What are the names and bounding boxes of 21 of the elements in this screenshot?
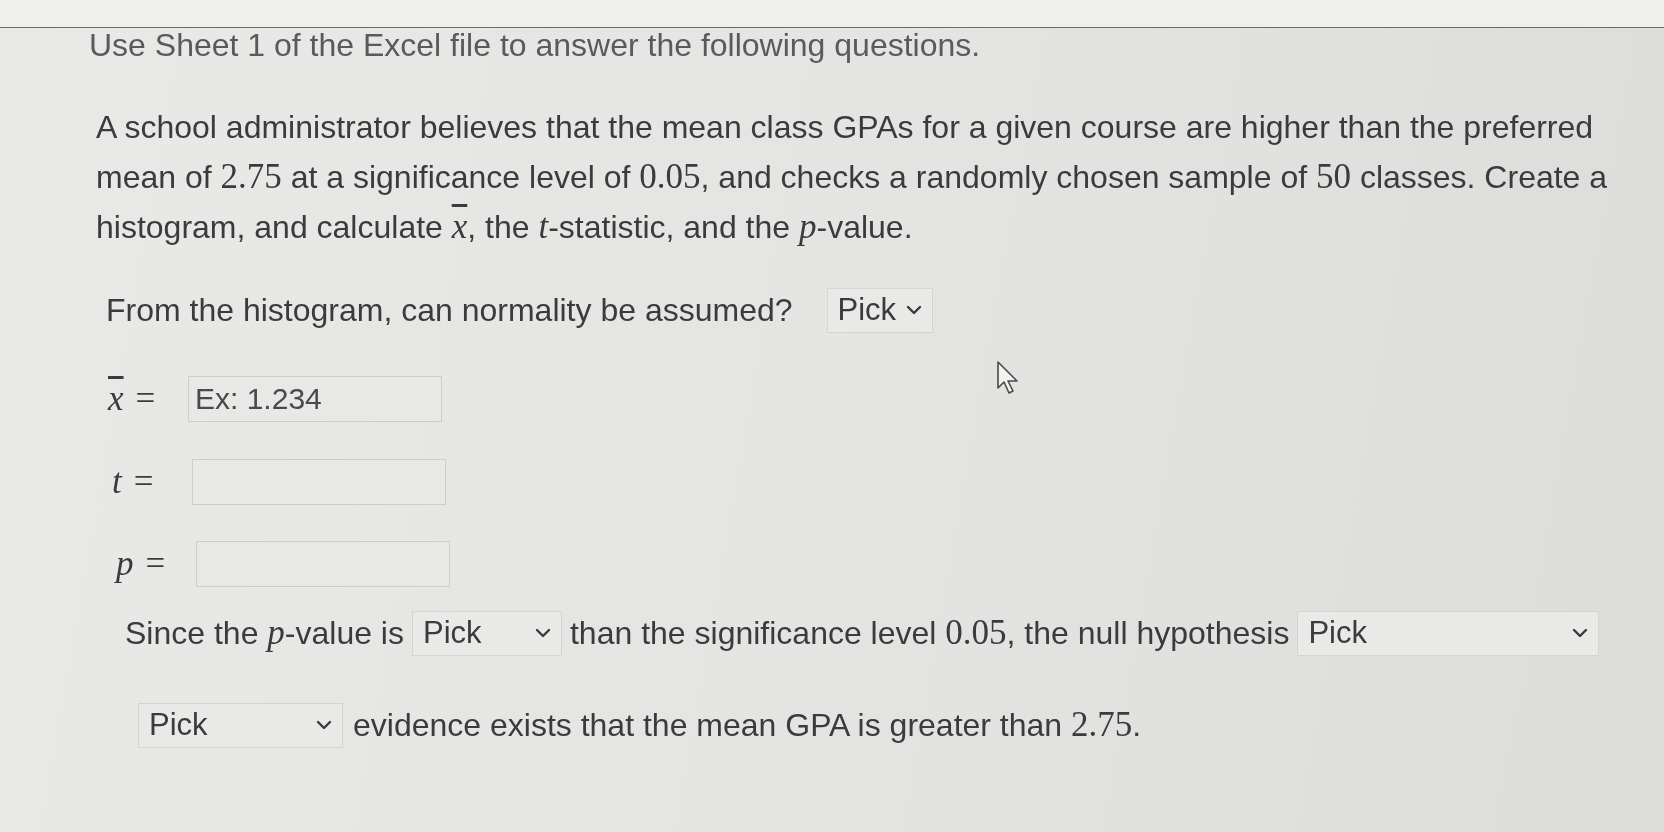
answer-field[interactable] [192,459,446,505]
mouse-pointer-icon [996,360,1020,396]
sentence-text: Since the p-value is [125,613,404,653]
pick-dropdown[interactable]: Pick [1297,610,1600,656]
question-text: From the histogram, can normality be assumed? [106,291,793,329]
instruction-text: Use Sheet 1 of the Excel file to answer the following questions. [89,28,981,62]
sentence-text: than the significance level 0.05, the null hypothesis [569,613,1290,653]
pick-dropdown[interactable]: Pick [826,287,934,333]
pick-dropdown[interactable]: Pick [411,610,562,656]
problem-paragraph: A school administrator believes that the mean class GPAs for a given course are higher than the preferred mean of 2.75 at a significance level of 0.05, and checks a randomly chosen sample of 50 classes. Create a histogram, and calculate x, the t-statistic, and the p-value. [96,108,1609,248]
chevron-down-icon [906,305,923,315]
chevron-down-icon [534,628,551,638]
pick-dropdown[interactable]: Pick [138,702,343,748]
answer-field[interactable]: Ex: 1.234 [188,376,442,422]
chevron-down-icon [316,720,332,730]
equation-label: p = [116,544,167,584]
answer-field[interactable] [196,541,450,587]
sentence-text: evidence exists that the mean GPA is greater than 2.75. [353,705,1142,745]
equation-label: t = [112,462,155,502]
equation-label: x = [108,379,157,419]
chevron-down-icon [1572,628,1589,638]
